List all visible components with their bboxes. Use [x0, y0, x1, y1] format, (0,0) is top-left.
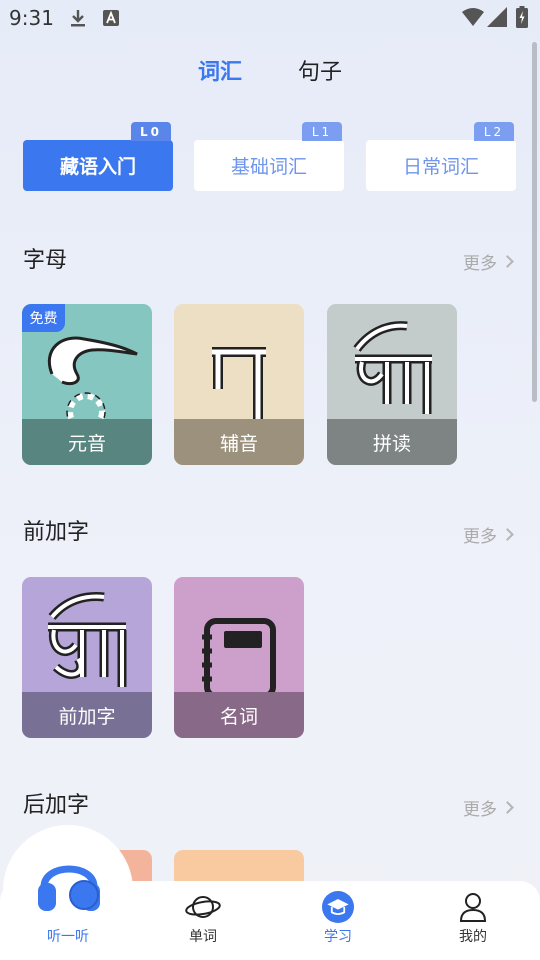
tab-vocabulary[interactable]: 词汇 — [198, 54, 242, 86]
level-button-l1[interactable]: 基础词汇 L1 — [194, 122, 344, 191]
planet-icon — [185, 896, 221, 918]
nav-label: 单词 — [189, 929, 217, 945]
headphones-icon — [38, 865, 100, 911]
card-label: 名词 — [174, 692, 304, 738]
download-icon — [68, 8, 88, 32]
more-link-suffix[interactable]: 更多 — [463, 795, 514, 820]
graduation-cap-icon — [322, 891, 354, 923]
more-link-letters[interactable]: 更多 — [463, 249, 514, 274]
scroll-indicator[interactable] — [532, 42, 537, 402]
notebook-icon — [202, 618, 276, 692]
more-label: 更多 — [463, 527, 497, 547]
wifi-icon — [462, 7, 484, 31]
level-badge: L1 — [302, 122, 342, 141]
level-label: 基础词汇 — [230, 156, 307, 178]
card-prefix[interactable]: 前加字 — [22, 577, 152, 738]
section-title-prefix: 前加字 — [23, 520, 90, 545]
tibetan-spelling-icon — [353, 321, 432, 414]
tibetan-consonant-icon — [212, 347, 266, 419]
level-label: 藏语入门 — [59, 156, 136, 178]
more-link-prefix[interactable]: 更多 — [463, 522, 514, 547]
nav-label: 学习 — [324, 929, 352, 945]
level-button-l2[interactable]: 日常词汇 L2 — [366, 122, 516, 191]
listen-label: 听一听 — [47, 929, 89, 945]
tab-sentences[interactable]: 句子 — [298, 54, 342, 86]
status-time: 9:31 — [9, 6, 54, 30]
level-button-l0[interactable]: 藏语入门 L0 — [23, 122, 173, 191]
chevron-right-icon — [501, 801, 514, 814]
card-label: 拼读 — [327, 419, 457, 465]
nav-words[interactable]: 单词 — [168, 891, 238, 946]
status-bar: 9:31 — [0, 0, 540, 36]
section-title-letters: 字母 — [23, 248, 68, 273]
card-vowels[interactable]: 免费 元音 — [22, 304, 152, 465]
level-label: 日常词汇 — [402, 156, 479, 178]
level-badge: L2 — [474, 122, 514, 141]
more-label: 更多 — [463, 254, 497, 274]
signal-icon — [487, 7, 507, 31]
nav-study[interactable]: 学习 — [303, 891, 373, 946]
chevron-right-icon — [501, 528, 514, 541]
card-consonants[interactable]: 辅音 — [174, 304, 304, 465]
tibetan-prefix-icon — [48, 592, 127, 687]
card-noun[interactable]: 名词 — [174, 577, 304, 738]
card-label: 辅音 — [174, 419, 304, 465]
card-label: 前加字 — [22, 692, 152, 738]
keyboard-a-icon — [103, 10, 119, 30]
free-badge: 免费 — [22, 304, 65, 332]
section-title-suffix: 后加字 — [23, 793, 90, 818]
chevron-right-icon — [501, 255, 514, 268]
card-spelling[interactable]: 拼读 — [327, 304, 457, 465]
nav-label: 我的 — [459, 929, 487, 945]
card-label: 元音 — [22, 419, 152, 465]
battery-icon — [516, 6, 528, 32]
nav-profile[interactable]: 我的 — [438, 891, 508, 946]
more-label: 更多 — [463, 800, 497, 820]
level-badge: L0 — [131, 122, 171, 141]
user-icon — [459, 893, 487, 922]
